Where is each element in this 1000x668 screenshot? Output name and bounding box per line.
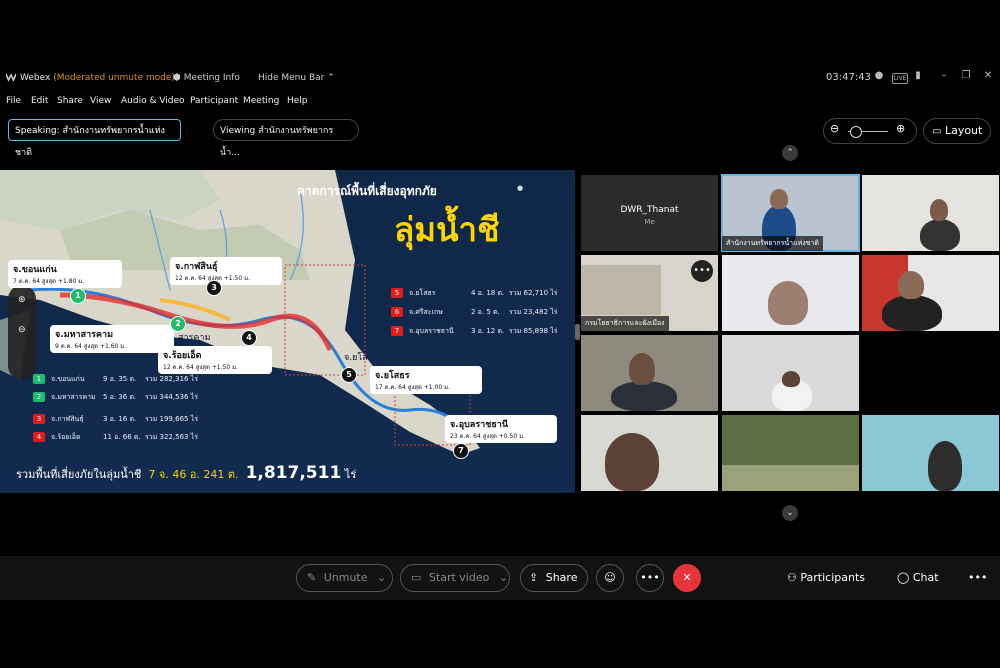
minimize-icon[interactable]: –	[938, 70, 950, 82]
menu-share[interactable]: Share	[57, 96, 83, 106]
title-bar: Webex (Moderated unmute mode) ⬢ Meeting …	[0, 66, 1000, 90]
shield-icon: ⬢	[173, 73, 181, 83]
share-icon: ⇪	[529, 571, 539, 584]
basin-title: ลุ่มน้ำชี	[394, 210, 500, 249]
app-title: Webex (Moderated unmute mode)	[20, 73, 175, 83]
viewing-indicator[interactable]: Viewing สำนักงานทรัพยากรน้ำ...	[213, 119, 359, 158]
callout-mahasarakham: จ.มหาสารคาม 9 ต.ค. 64 สูงสุด +1.60 ม.	[50, 325, 174, 353]
callout-khonkaen: จ.ขอนแก่น 7 ต.ค. 64 สูงสุด +1.80 ม.	[8, 260, 122, 288]
menu-help[interactable]: Help	[287, 96, 308, 106]
zoom-out-map-icon[interactable]: ⊖	[18, 325, 26, 335]
signal-icon: ▮	[915, 70, 921, 81]
zoom-in-map-icon[interactable]: ⊕	[18, 295, 26, 305]
video-off-icon: ▭	[411, 571, 422, 584]
map-toolbar: ⊕ ⊖	[8, 285, 36, 380]
video-tile[interactable]: ••• กรมโยธาธิการและผังเมือง	[581, 255, 718, 331]
participants-button[interactable]: ⚇ Participants	[787, 571, 865, 584]
map-label-sarakham: สารคาม	[178, 333, 211, 343]
marker-3: 3	[206, 280, 222, 296]
layout-button[interactable]: ▭ Layout	[923, 118, 991, 144]
stat-row: 1 จ.ขอนแก่น 9 อ. 35 ต. รวม 282,316 ไร่	[33, 374, 198, 385]
video-tile[interactable]	[862, 415, 999, 491]
callout-roiet: จ.ร้อยเอ็ด 12 ต.ค. 64 สูงสุด +1.50 ม.	[158, 346, 272, 374]
marker-4: 4	[241, 330, 257, 346]
stat-row: 7 จ.อุบลราชธานี 3 อ. 12 ต. รวม 85,898 ไร่	[391, 326, 558, 337]
start-video-button[interactable]: ▭ Start video ⌄	[400, 564, 510, 592]
meeting-info-button[interactable]: ⬢ Meeting Info	[173, 73, 240, 83]
menu-participant[interactable]: Participant	[190, 96, 238, 106]
map-label-yaso: จ.ยโส	[344, 353, 368, 363]
video-tile-speaker[interactable]: สำนักงานทรัพยากรน้ำแห่งชาติ	[721, 174, 860, 252]
video-tile[interactable]	[862, 255, 999, 331]
menu-meeting[interactable]: Meeting	[243, 96, 279, 106]
meeting-timer: 03:47:43	[826, 72, 871, 83]
video-tile[interactable]	[581, 415, 718, 491]
self-name: DWR_Thanat	[620, 205, 679, 215]
menu-file[interactable]: File	[6, 96, 21, 106]
layout-icon: ▭	[932, 126, 942, 137]
video-tile[interactable]	[862, 175, 999, 251]
zoom-in-icon[interactable]: ⊕	[896, 122, 905, 135]
webex-logo-icon	[6, 73, 16, 82]
stat-row: 6 จ.ศรีสะเกษ 2 อ. 5 ต. รวม 23,482 ไร่	[391, 307, 558, 318]
self-sub: Me	[644, 218, 655, 226]
self-video-tile[interactable]: DWR_Thanat Me	[581, 175, 718, 251]
zoom-handle[interactable]	[850, 126, 862, 138]
chat-button[interactable]: ◯ Chat	[897, 571, 939, 584]
callout-ubon: จ.อุบลราชธานี 23 ต.ค. 64 สูงสุด +0.50 ม.	[445, 415, 557, 443]
share-button[interactable]: ⇪ Share	[520, 564, 588, 592]
zoom-slider[interactable]: ⊖ ⊕	[823, 118, 917, 144]
splitter-handle[interactable]	[575, 324, 580, 340]
unmute-button[interactable]: ✎ Unmute ⌄	[296, 564, 393, 592]
record-icon: ●	[874, 70, 884, 81]
total-summary: รวมพื้นที่เสี่ยงภัยในลุ่มน้ำชี 7 จ. 46 อ…	[16, 463, 357, 483]
video-tile[interactable]	[722, 415, 859, 491]
stat-row: 2 จ.มหาสารคาม 5 อ. 36 ต. รวม 344,536 ไร่	[33, 392, 198, 403]
menu-edit[interactable]: Edit	[31, 96, 48, 106]
more-icon[interactable]: •••	[636, 564, 664, 592]
chevron-down-icon[interactable]: ⌄	[377, 571, 386, 584]
live-icon: LIVE	[892, 73, 908, 84]
org-logo: ●	[517, 184, 524, 192]
moderated-mode-label: (Moderated unmute mode)	[53, 73, 175, 83]
video-tile[interactable]	[722, 255, 859, 331]
gallery-scroll-down-icon[interactable]: ⌄	[782, 505, 798, 521]
stat-row: 3 จ.กาฬสินธุ์ 3 อ. 16 ต. รวม 199,665 ไร่	[33, 414, 198, 425]
hide-menu-bar-button[interactable]: Hide Menu Bar ⌃	[258, 73, 335, 83]
speaking-indicator: Speaking: สำนักงานทรัพยากรน้ำแห่งชาติ	[8, 119, 181, 158]
zoom-out-icon[interactable]: ⊖	[830, 122, 839, 135]
stat-row: 4 จ.ร้อยเอ็ด 11 อ. 66 ต. รวม 322,563 ไร่	[33, 432, 198, 443]
reactions-icon[interactable]: ☺	[596, 564, 624, 592]
shared-content[interactable]: คาดการณ์พื้นที่เสี่ยงอุทกภัย ลุ่มน้ำชี ●…	[0, 170, 575, 493]
tile-label: กรมโยธาธิการและผังเมือง	[581, 316, 669, 331]
slide-title: คาดการณ์พื้นที่เสี่ยงอุทกภัย	[297, 184, 437, 198]
marker-2: 2	[170, 316, 186, 332]
video-tile[interactable]	[581, 335, 718, 411]
more-options-icon[interactable]: •••	[691, 260, 713, 282]
callout-kalasin: จ.กาฬสินธุ์ 12 ต.ค. 64 สูงสุด +1.50 ม.	[170, 257, 282, 285]
video-tile[interactable]	[862, 335, 999, 411]
gallery-scroll-up-icon[interactable]: ⌃	[782, 145, 798, 161]
more-options-icon[interactable]: •••	[968, 571, 987, 584]
marker-1: 1	[70, 288, 86, 304]
mic-muted-icon: ✎	[307, 571, 317, 584]
menu-view[interactable]: View	[90, 96, 111, 106]
leave-meeting-icon[interactable]: ✕	[673, 564, 701, 592]
tile-label: สำนักงานทรัพยากรน้ำแห่งชาติ	[722, 236, 823, 251]
person-icon: ⚇	[787, 571, 797, 584]
chevron-up-icon: ⌃	[327, 73, 335, 83]
marker-7: 7	[453, 443, 469, 459]
close-window-icon[interactable]: ✕	[982, 70, 994, 82]
callout-yasothon: จ.ยโสธร 17 ต.ค. 64 สูงสุด +1.00 ม.	[370, 366, 482, 394]
menu-audio-video[interactable]: Audio & Video	[121, 96, 185, 106]
chat-bubble-icon: ◯	[897, 571, 910, 584]
video-tile[interactable]	[722, 335, 859, 411]
marker-5: 5	[341, 367, 357, 383]
menu-bar: File Edit Share View Audio & Video Parti…	[0, 94, 1000, 110]
restore-icon[interactable]: ❐	[960, 70, 972, 82]
stat-row: 5 จ.ยโสธร 4 อ. 18 ต. รวม 62,710 ไร่	[391, 288, 558, 299]
chevron-down-icon[interactable]: ⌄	[499, 571, 508, 584]
